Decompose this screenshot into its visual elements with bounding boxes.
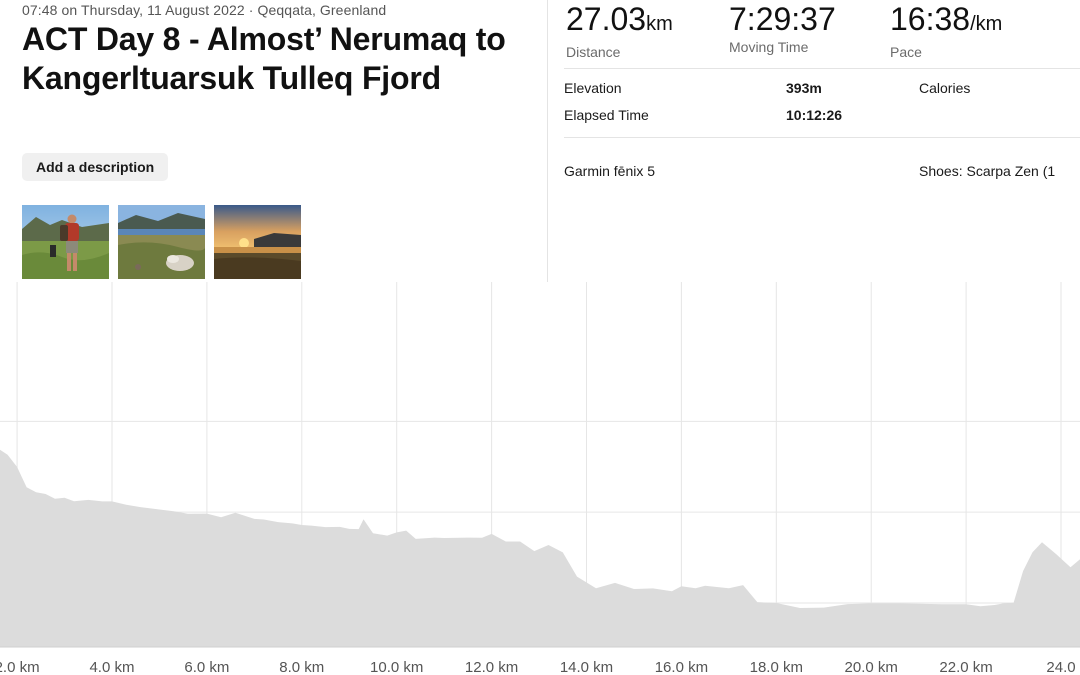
photo-strip [22,205,301,279]
moving-time-stat: 7:29:37 Moving Time [729,0,836,55]
x-tick-label: 18.0 km [750,659,803,675]
elevation-chart-svg: 2.0 km 4.0 km 6.0 km 8.0 km 10.0 km 12.0 km 14… [0,282,1080,675]
add-description-button[interactable]: Add a description [22,153,169,181]
stats-divider [564,68,1080,69]
x-axis-ticks: 2.0 km 4.0 km 6.0 km 8.0 km 10.0 km 12.0 km 14… [0,659,1076,675]
moving-time-value: 7:29:37 [729,1,836,37]
elapsed-time-value: 10:12:26 [786,107,843,123]
distance-stat: 27.03km Distance [566,0,673,60]
distance-label: Distance [566,44,621,60]
elevation-area [0,449,1080,647]
x-tick-label: 4.0 km [89,659,134,675]
photo-sunset-thumbnail[interactable] [214,205,301,279]
elevation-chart[interactable]: 2.0 km 4.0 km 6.0 km 8.0 km 10.0 km 12.0 km 14… [0,282,1080,675]
activity-meta: 07:48 on Thursday, 11 August 2022 · Qeqq… [22,2,387,18]
details-divider [564,137,1080,138]
x-tick-label: 24.0 [1046,659,1075,675]
calories-label: Calories [919,80,971,96]
pace-stat: 16:38/km Pace [890,0,1002,60]
x-tick-label: 20.0 km [845,659,898,675]
photo-hiker-thumbnail[interactable] [22,205,109,279]
x-tick-label: 22.0 km [939,659,992,675]
column-divider [547,0,548,282]
shoes-name[interactable]: Shoes: Scarpa Zen (1 [919,163,1055,179]
x-tick-label: 16.0 km [655,659,708,675]
elevation-value: 393m [786,80,822,96]
x-tick-label: 2.0 km [0,659,40,675]
pace-unit: /km [970,13,1003,35]
x-tick-label: 6.0 km [184,659,229,675]
x-tick-label: 8.0 km [279,659,324,675]
elapsed-time-label: Elapsed Time [564,107,649,123]
photo-fjord-thumbnail[interactable] [118,205,205,279]
distance-value: 27.03 [566,1,647,37]
activity-summary: 07:48 on Thursday, 11 August 2022 · Qeqq… [0,0,548,282]
pace-label: Pace [890,44,922,60]
distance-unit: km [646,13,673,35]
x-tick-label: 10.0 km [370,659,423,675]
pace-value: 16:38 [890,1,971,37]
elevation-label: Elevation [564,80,622,96]
moving-time-label: Moving Time [729,39,809,55]
x-tick-label: 12.0 km [465,659,518,675]
device-name: Garmin fēnix 5 [564,163,656,179]
activity-title[interactable]: ACT Day 8 - Almost’ Nerumaq to Kangerltu… [22,20,542,98]
x-tick-label: 14.0 km [560,659,613,675]
